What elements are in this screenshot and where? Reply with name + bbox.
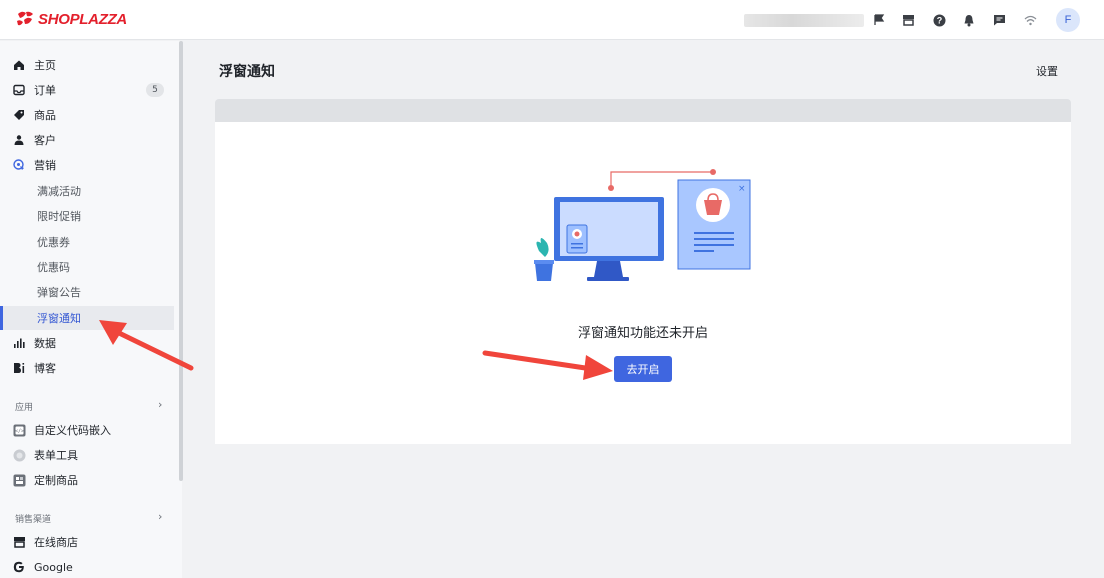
orders-count-badge: 5	[146, 83, 164, 97]
svg-text:</>: </>	[14, 428, 23, 434]
sidebar-subitem-label: 优惠码	[37, 261, 70, 274]
sidebar-item-label: 表单工具	[34, 449, 78, 462]
help-icon[interactable]: ?	[930, 11, 948, 29]
page-title: 浮窗通知	[219, 64, 275, 80]
sidebar-item-custom-product[interactable]: 定制商品	[0, 468, 174, 492]
sidebar-subitem-label: 满减活动	[37, 185, 81, 198]
sidebar-item-label: 自定义代码嵌入	[34, 424, 111, 437]
user-avatar[interactable]: F	[1056, 8, 1080, 32]
home-icon	[12, 58, 26, 72]
sidebar-subitem-popup-announcement[interactable]: 弹窗公告	[0, 280, 174, 304]
sidebar-item-label: 在线商店	[34, 536, 78, 549]
settings-link[interactable]: 设置	[1036, 63, 1058, 79]
section-apps-heading: 应用	[15, 403, 34, 413]
sidebar-scrollbar[interactable]	[179, 41, 183, 481]
blog-icon	[12, 361, 26, 375]
chat-icon[interactable]	[990, 11, 1008, 29]
chevron-right-icon[interactable]: ›	[158, 398, 162, 411]
store-name-blurred[interactable]	[744, 14, 864, 27]
sidebar-item-google[interactable]: Google	[0, 555, 174, 578]
sidebar-item-orders[interactable]: 订单 5	[0, 78, 174, 102]
sidebar-subitem-coupons[interactable]: 优惠券	[0, 230, 174, 254]
sidebar-item-products[interactable]: 商品	[0, 103, 174, 127]
store-icon	[12, 535, 26, 549]
sidebar-item-label: 定制商品	[34, 474, 78, 487]
sidebar-item-label: 营销	[34, 159, 56, 172]
sidebar-item-home[interactable]: 主页	[0, 53, 174, 77]
store-icon[interactable]	[899, 11, 917, 29]
sidebar-item-label: 订单	[34, 84, 56, 97]
sidebar-item-custom-code[interactable]: </> 自定义代码嵌入	[0, 418, 174, 442]
shoplazza-logo-icon	[17, 11, 33, 26]
sidebar-subitem-flash-sale[interactable]: 限时促销	[0, 204, 174, 228]
sidebar-item-label: 客户	[34, 134, 56, 147]
sidebar-item-label: 商品	[34, 109, 56, 122]
sidebar-subitem-floating-notification[interactable]: 浮窗通知	[0, 306, 174, 330]
svg-text:×: ×	[738, 184, 746, 194]
top-bar: SHOPLAZZA ? F	[0, 0, 1104, 40]
flag-icon[interactable]	[870, 11, 888, 29]
sidebar-item-analytics[interactable]: 数据	[0, 331, 174, 355]
sidebar-subitem-discount-codes[interactable]: 优惠码	[0, 255, 174, 279]
google-icon	[12, 560, 26, 574]
wifi-icon[interactable]	[1021, 11, 1039, 29]
shoplazza-logo[interactable]: SHOPLAZZA	[16, 10, 127, 28]
sidebar-subitem-label: 弹窗公告	[37, 286, 81, 299]
sidebar-item-online-store[interactable]: 在线商店	[0, 530, 174, 554]
svg-text:?: ?	[936, 15, 942, 25]
chevron-right-icon[interactable]: ›	[158, 510, 162, 523]
person-icon	[12, 133, 26, 147]
code-icon: </>	[12, 423, 26, 437]
section-sales-channels-heading: 销售渠道	[15, 515, 52, 525]
sidebar-item-marketing[interactable]: 营销	[0, 153, 174, 177]
bar-chart-icon	[12, 336, 26, 350]
sidebar-item-label: 博客	[34, 362, 56, 375]
sidebar-item-blog[interactable]: 博客	[0, 356, 174, 380]
sidebar-item-label: Google	[34, 560, 73, 574]
brand-name: SHOPLAZZA	[38, 10, 127, 28]
bell-icon[interactable]	[960, 11, 978, 29]
sidebar-subitem-label: 限时促销	[37, 210, 81, 223]
card-header-bar	[215, 99, 1071, 122]
active-indicator	[0, 306, 3, 330]
sidebar-item-customers[interactable]: 客户	[0, 128, 174, 152]
sidebar-item-label: 主页	[34, 59, 56, 72]
form-icon	[12, 448, 26, 462]
empty-state-message: 浮窗通知功能还未开启	[577, 326, 708, 341]
sidebar-subitem-label: 浮窗通知	[37, 312, 81, 325]
sidebar-subitem-full-reduction[interactable]: 满减活动	[0, 179, 174, 203]
custom-product-icon	[12, 473, 26, 487]
sidebar-item-form-tools[interactable]: 表单工具	[0, 443, 174, 467]
sidebar-item-label: 数据	[34, 337, 56, 350]
marketing-icon	[12, 158, 26, 172]
inbox-icon	[12, 83, 26, 97]
sidebar-subitem-label: 优惠券	[37, 236, 70, 249]
floating-notification-illustration: ×	[534, 169, 751, 281]
tag-icon	[12, 108, 26, 122]
enable-button[interactable]: 去开启	[614, 356, 672, 382]
